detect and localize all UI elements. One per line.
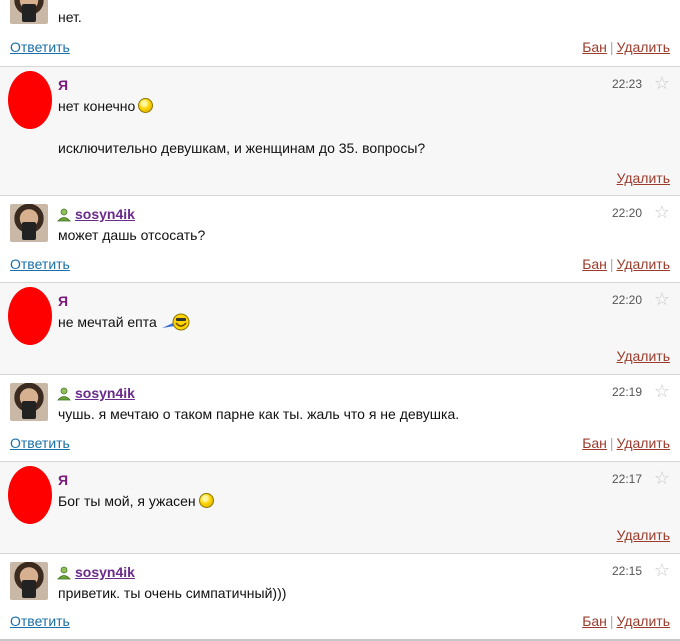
message-item: нет. Ответить Бан | Удалить <box>0 0 680 66</box>
reply-link[interactable]: Ответить <box>10 435 70 451</box>
ban-link[interactable]: Бан <box>582 613 607 629</box>
moderation-actions: Бан | Удалить <box>582 613 670 629</box>
delete-link[interactable]: Удалить <box>617 527 670 543</box>
message-text: нет. <box>58 9 82 25</box>
divider: | <box>609 435 614 451</box>
moderation-actions: Удалить <box>617 348 670 364</box>
delete-link[interactable]: Удалить <box>617 613 670 629</box>
message-time: 22:23 <box>611 77 642 91</box>
star-icon[interactable]: ☆ <box>654 560 670 581</box>
message-author[interactable]: Я <box>58 293 68 309</box>
message-text: чушь. я мечтаю о таком парне как ты. жал… <box>58 406 460 422</box>
message-text: нет конечно <box>58 97 154 115</box>
message-item: Я 22:17 ☆ Бог ты мой, я ужасен Удалить <box>0 462 680 553</box>
reply-link[interactable]: Ответить <box>10 613 70 629</box>
ban-link[interactable]: Бан <box>582 256 607 272</box>
moderation-actions: Удалить <box>617 170 670 186</box>
star-icon[interactable]: ☆ <box>654 202 670 223</box>
divider: | <box>609 39 614 55</box>
user-icon <box>57 208 71 222</box>
message-text: не мечтай епта <box>58 313 191 331</box>
message-time: 22:20 <box>611 206 642 220</box>
ban-link[interactable]: Бан <box>582 435 607 451</box>
message-author[interactable]: Я <box>58 472 68 488</box>
delete-link[interactable]: Удалить <box>617 348 670 364</box>
message-actions: Ответить <box>10 256 70 272</box>
message-text: может дашь отсосать? <box>58 227 206 243</box>
message-author[interactable]: sosyn4ik <box>75 385 135 401</box>
moderation-actions: Бан | Удалить <box>582 256 670 272</box>
message-text: приветик. ты очень симпатичный))) <box>58 585 287 601</box>
message-author[interactable]: sosyn4ik <box>75 206 135 222</box>
message-author[interactable]: sosyn4ik <box>75 564 135 580</box>
moderation-actions: Удалить <box>617 527 670 543</box>
avatar[interactable] <box>10 204 48 242</box>
ban-link[interactable]: Бан <box>582 39 607 55</box>
message-actions: Ответить <box>10 39 70 55</box>
avatar[interactable] <box>10 562 48 600</box>
message-item: sosyn4ik 22:19 ☆ чушь. я мечтаю о таком … <box>0 375 680 461</box>
star-icon[interactable]: ☆ <box>654 289 670 310</box>
divider: | <box>609 613 614 629</box>
smiley-icon <box>198 493 214 508</box>
reply-link[interactable]: Ответить <box>10 39 70 55</box>
message-item: Я 22:23 ☆ нет конечно исключительно деву… <box>0 67 680 195</box>
star-icon[interactable]: ☆ <box>654 73 670 94</box>
message-time: 22:15 <box>611 564 642 578</box>
smiley-icon <box>138 98 154 113</box>
avatar <box>8 287 52 345</box>
star-icon[interactable]: ☆ <box>654 381 670 402</box>
delete-link[interactable]: Удалить <box>617 435 670 451</box>
delete-link[interactable]: Удалить <box>617 170 670 186</box>
delete-link[interactable]: Удалить <box>617 39 670 55</box>
message-actions: Ответить <box>10 435 70 451</box>
divider: | <box>609 256 614 272</box>
star-icon[interactable]: ☆ <box>654 468 670 489</box>
message-actions: Ответить <box>10 613 70 629</box>
message-time: 22:19 <box>611 385 642 399</box>
avatar[interactable] <box>10 0 48 24</box>
moderation-actions: Бан | Удалить <box>582 435 670 451</box>
user-icon <box>57 566 71 580</box>
delete-link[interactable]: Удалить <box>617 256 670 272</box>
message-time: 22:17 <box>611 472 642 486</box>
avatar <box>8 466 52 524</box>
message-item: sosyn4ik 22:20 ☆ может дашь отсосать? От… <box>0 196 680 282</box>
message-author[interactable]: Я <box>58 77 68 93</box>
message-time: 22:20 <box>611 293 642 307</box>
reply-link[interactable]: Ответить <box>10 256 70 272</box>
avatar[interactable] <box>10 383 48 421</box>
message-item: sosyn4ik 22:15 ☆ приветик. ты очень симп… <box>0 554 680 641</box>
message-item: Я 22:20 ☆ не мечтай епта Удалить <box>0 283 680 374</box>
avatar <box>8 71 52 129</box>
cool-emoticon-icon <box>161 313 190 331</box>
moderation-actions: Бан | Удалить <box>582 39 670 55</box>
user-icon <box>57 387 71 401</box>
message-text-line2: исключительно девушкам, и женщинам до 35… <box>58 140 426 156</box>
message-text: Бог ты мой, я ужасен <box>58 492 214 510</box>
